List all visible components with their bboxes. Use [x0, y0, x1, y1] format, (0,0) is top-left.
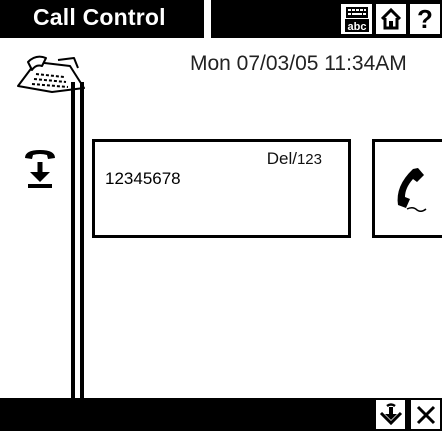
help-icon: ?: [417, 4, 433, 34]
help-button[interactable]: ?: [408, 2, 442, 36]
hold-arrow-icon: [379, 402, 402, 425]
keyboard-button[interactable]: abc: [339, 2, 374, 36]
divider-line: [80, 82, 84, 398]
handset-icon: [397, 167, 427, 212]
phone-fax-icon: [17, 55, 85, 93]
call-number: 12345678: [105, 169, 181, 188]
datetime-label: Mon 07/03/05 11:34AM: [190, 52, 407, 75]
call-card[interactable]: Del/123 12345678: [92, 139, 351, 238]
handset-download-icon: [25, 150, 55, 188]
pickup-button[interactable]: [20, 146, 60, 194]
title-separator: [204, 0, 211, 38]
acknowledge-button[interactable]: [374, 398, 407, 431]
keyboard-abc-icon: abc: [344, 7, 369, 33]
line-number: 123: [296, 151, 322, 168]
close-icon: [416, 405, 435, 424]
line-label: Del/123: [267, 149, 322, 169]
svg-text:abc: abc: [347, 21, 366, 33]
divider-line: [71, 82, 75, 398]
window-title: Call Control: [33, 4, 166, 30]
line-prefix: Del/: [266, 149, 297, 168]
home-button[interactable]: [374, 2, 408, 36]
call-button[interactable]: [372, 139, 442, 238]
home-icon: [380, 7, 402, 30]
close-button[interactable]: [409, 398, 442, 431]
